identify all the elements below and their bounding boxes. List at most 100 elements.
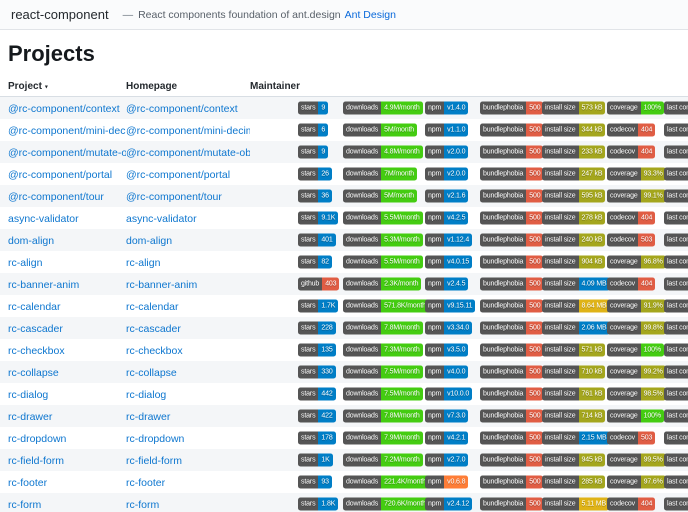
- install-size-badge[interactable]: install size 240 kB: [542, 233, 606, 247]
- stars-badge[interactable]: stars 422: [298, 409, 336, 423]
- homepage-link[interactable]: rc-dropdown: [126, 433, 184, 445]
- bundlephobia-badge[interactable]: bundlephobia 500: [480, 233, 544, 247]
- coverage-badge[interactable]: coverage 97.6%: [607, 475, 666, 489]
- stars-badge[interactable]: stars 26: [298, 167, 332, 181]
- project-link[interactable]: rc-field-form: [8, 455, 64, 467]
- coverage-badge[interactable]: coverage 98.5%: [607, 387, 666, 401]
- last-commit-badge[interactable]: last commit: [664, 145, 688, 159]
- homepage-link[interactable]: rc-form: [126, 499, 159, 511]
- homepage-link[interactable]: rc-drawer: [126, 411, 170, 423]
- bundlephobia-badge[interactable]: bundlephobia 500: [480, 431, 544, 445]
- npm-badge[interactable]: npm v1.12.4: [425, 233, 473, 247]
- npm-badge[interactable]: npm v4.2.1: [425, 431, 469, 445]
- stars-badge[interactable]: stars 93: [298, 475, 332, 489]
- stars-badge[interactable]: stars 442: [298, 387, 336, 401]
- install-size-badge[interactable]: install size 945 kB: [542, 453, 606, 467]
- homepage-link[interactable]: rc-checkbox: [126, 345, 183, 357]
- homepage-link[interactable]: async-validator: [126, 213, 197, 225]
- npm-badge[interactable]: npm v2.7.0: [425, 453, 469, 467]
- stars-badge[interactable]: stars 6: [298, 123, 329, 137]
- install-size-badge[interactable]: install size 5.11 MB: [542, 497, 609, 511]
- downloads-badge[interactable]: downloads 571.8K/month: [343, 299, 429, 313]
- last-commit-badge[interactable]: last commit: [664, 343, 688, 357]
- npm-badge[interactable]: npm v2.0.0: [425, 167, 469, 181]
- coverage-badge[interactable]: coverage 93.3%: [607, 167, 666, 181]
- downloads-badge[interactable]: downloads 5M/month: [343, 189, 418, 203]
- install-size-badge[interactable]: install size 904 kB: [542, 255, 606, 269]
- coverage-badge[interactable]: coverage 99.8%: [607, 321, 666, 335]
- last-commit-badge[interactable]: last commit: [664, 211, 688, 225]
- stars-badge[interactable]: stars 9: [298, 145, 329, 159]
- homepage-link[interactable]: rc-align: [126, 257, 160, 269]
- homepage-link[interactable]: dom-align: [126, 235, 172, 247]
- npm-badge[interactable]: npm v3.5.0: [425, 343, 469, 357]
- last-commit-badge[interactable]: last commit: [664, 453, 688, 467]
- bundlephobia-badge[interactable]: bundlephobia 500: [480, 255, 544, 269]
- project-link[interactable]: rc-dialog: [8, 389, 48, 401]
- downloads-badge[interactable]: downloads 7.5M/month: [343, 387, 423, 401]
- npm-badge[interactable]: npm v3.34.0: [425, 321, 473, 335]
- last-commit-badge[interactable]: last commit: [664, 255, 688, 269]
- ant-design-link[interactable]: Ant Design: [345, 9, 396, 21]
- homepage-link[interactable]: rc-dialog: [126, 389, 166, 401]
- npm-badge[interactable]: npm v2.4.12: [425, 497, 473, 511]
- downloads-badge[interactable]: downloads 7.2M/month: [343, 453, 423, 467]
- npm-badge[interactable]: npm v4.0.0: [425, 365, 469, 379]
- stars-badge[interactable]: stars 178: [298, 431, 336, 445]
- project-link[interactable]: rc-drawer: [8, 411, 52, 423]
- homepage-link[interactable]: rc-collapse: [126, 367, 177, 379]
- install-size-badge[interactable]: install size 8.64 MB: [542, 299, 610, 313]
- install-size-badge[interactable]: install size 2.06 MB: [542, 321, 610, 335]
- last-commit-badge[interactable]: last commit: [664, 189, 688, 203]
- last-commit-badge[interactable]: last commit: [664, 431, 688, 445]
- install-size-badge[interactable]: install size 233 kB: [542, 145, 606, 159]
- stars-badge[interactable]: stars 1.7K: [298, 299, 339, 313]
- npm-badge[interactable]: npm v1.4.0: [425, 101, 469, 115]
- install-size-badge[interactable]: install size 278 kB: [542, 211, 606, 225]
- homepage-link[interactable]: rc-cascader: [126, 323, 181, 335]
- last-commit-badge[interactable]: last commit: [664, 497, 688, 511]
- stars-badge[interactable]: stars 401: [298, 233, 336, 247]
- homepage-link[interactable]: @rc-component/portal: [126, 169, 230, 181]
- project-link[interactable]: rc-dropdown: [8, 433, 66, 445]
- homepage-link[interactable]: rc-field-form: [126, 455, 182, 467]
- downloads-badge[interactable]: downloads 7.9M/month: [343, 431, 423, 445]
- install-size-badge[interactable]: install size 761 kB: [542, 387, 606, 401]
- coverage-badge[interactable]: codecov 503: [607, 431, 656, 445]
- project-link[interactable]: @rc-component/portal: [8, 169, 112, 181]
- bundlephobia-badge[interactable]: bundlephobia 500: [480, 167, 544, 181]
- downloads-badge[interactable]: downloads 5.3M/month: [343, 233, 423, 247]
- stars-badge[interactable]: github 403: [298, 277, 340, 291]
- npm-badge[interactable]: npm v9.15.11: [425, 299, 476, 313]
- install-size-badge[interactable]: install size 2.15 MB: [542, 431, 610, 445]
- bundlephobia-badge[interactable]: bundlephobia 500: [480, 321, 544, 335]
- downloads-badge[interactable]: downloads 7.3M/month: [343, 343, 423, 357]
- project-link[interactable]: @rc-component/tour: [8, 191, 104, 203]
- downloads-badge[interactable]: downloads 2.3K/month: [343, 277, 422, 291]
- last-commit-badge[interactable]: last commit: [664, 123, 688, 137]
- coverage-badge[interactable]: codecov 404: [607, 123, 656, 137]
- last-commit-badge[interactable]: last commit: [664, 365, 688, 379]
- coverage-badge[interactable]: codecov 503: [607, 233, 656, 247]
- coverage-badge[interactable]: coverage 99.5%: [607, 453, 666, 467]
- project-link[interactable]: @rc-component/mini-decimal: [8, 125, 126, 137]
- coverage-badge[interactable]: coverage 100%: [607, 343, 664, 357]
- homepage-link[interactable]: @rc-component/tour: [126, 191, 222, 203]
- column-header-homepage[interactable]: Homepage: [126, 81, 250, 92]
- last-commit-badge[interactable]: last commit: [664, 387, 688, 401]
- column-header-project[interactable]: Project ▾: [0, 81, 126, 92]
- stars-badge[interactable]: stars 9: [298, 101, 329, 115]
- last-commit-badge[interactable]: last commit: [664, 321, 688, 335]
- last-commit-badge[interactable]: last commit: [664, 233, 688, 247]
- last-commit-badge[interactable]: last commit: [664, 299, 688, 313]
- stars-badge[interactable]: stars 82: [298, 255, 332, 269]
- stars-badge[interactable]: stars 9.1K: [298, 211, 339, 225]
- stars-badge[interactable]: stars 1K: [298, 453, 333, 467]
- bundlephobia-badge[interactable]: bundlephobia 500: [480, 299, 544, 313]
- bundlephobia-badge[interactable]: bundlephobia 500: [480, 365, 544, 379]
- stars-badge[interactable]: stars 330: [298, 365, 336, 379]
- downloads-badge[interactable]: downloads 4.9M/month: [343, 101, 423, 115]
- last-commit-badge[interactable]: last commit: [664, 475, 688, 489]
- npm-badge[interactable]: npm v2.4.5: [425, 277, 469, 291]
- project-link[interactable]: rc-checkbox: [8, 345, 65, 357]
